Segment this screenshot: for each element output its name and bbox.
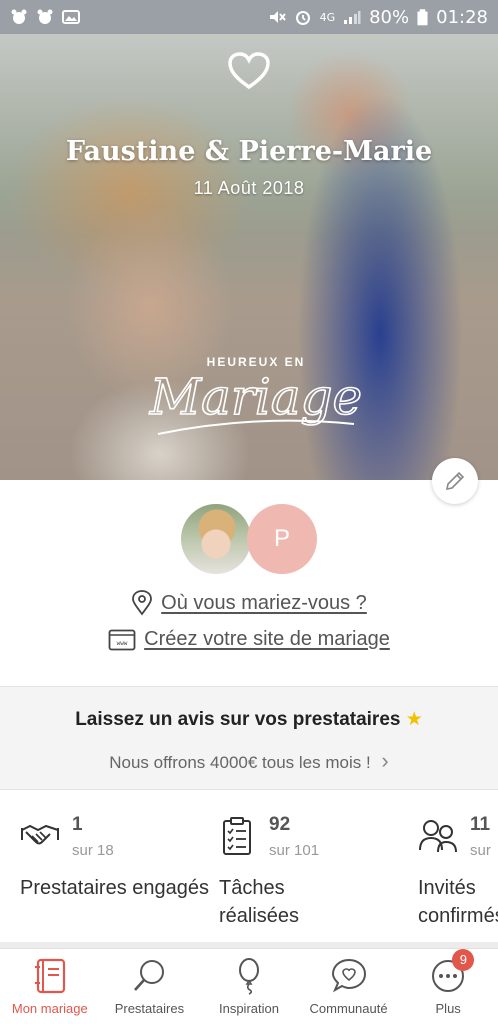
nav-communaute[interactable]: Communauté	[299, 949, 399, 1024]
notification-icon	[11, 9, 27, 24]
review-subtitle: Nous offrons 4000€ tous les mois ! ›	[0, 748, 498, 774]
wedding-date: 11 Août 2018	[193, 178, 305, 198]
nav-mon-mariage[interactable]: Mon mariage	[0, 949, 100, 1024]
nav-plus[interactable]: Plus 9	[398, 949, 498, 1024]
stats-row: 1 sur 18 Prestataires engagés 92 sur 101…	[0, 792, 498, 942]
review-subtitle-text: Nous offrons 4000€ tous les mois !	[109, 753, 371, 772]
star-icon: ★	[405, 709, 423, 730]
website-icon: www	[108, 629, 136, 650]
partner-avatar[interactable]: P	[247, 504, 317, 574]
location-link-text: Où vous mariez-vous ?	[161, 591, 367, 614]
edit-cover-button[interactable]	[432, 458, 478, 504]
svg-text:www: www	[117, 640, 128, 647]
hero-photo: Faustine & Pierre-Marie 11 Août 2018 HEU…	[0, 34, 498, 480]
nav-prestataires[interactable]: Prestataires	[100, 949, 200, 1024]
image-icon	[62, 10, 80, 24]
handshake-icon	[21, 824, 59, 845]
chevron-right-icon: ›	[381, 748, 389, 773]
balloon-icon	[238, 958, 259, 995]
mariage-stamp-logo: HEUREUX EN Mariage	[148, 355, 363, 435]
wedding-location-link[interactable]: Où vous mariez-vous ?	[0, 590, 498, 616]
nav-label: Communauté	[309, 1001, 388, 1016]
battery-icon	[417, 8, 428, 25]
review-title-text: Laissez un avis sur vos prestataires	[75, 709, 401, 730]
partner-initial: P	[273, 525, 290, 552]
location-pin-icon	[132, 590, 153, 616]
wedding-website-link[interactable]: www Créez votre site de mariage	[0, 628, 498, 651]
stat-value: 92	[269, 814, 291, 835]
stat-label: Prestataires engagés	[20, 877, 210, 899]
nav-label: Inspiration	[218, 1001, 279, 1016]
pencil-icon	[445, 471, 465, 491]
notification-icon	[37, 9, 53, 24]
notebook-icon	[34, 958, 65, 994]
status-left	[10, 9, 80, 25]
stat-value: 1	[72, 814, 83, 835]
couple-avatars: P	[181, 504, 321, 574]
status-right: 4G 80% 01:28	[268, 7, 488, 28]
battery-percent: 80%	[369, 6, 410, 28]
stat-label: Invités confirmés	[418, 877, 498, 927]
stat-label: Tâches réalisées	[219, 877, 300, 927]
network-type: 4G	[319, 10, 336, 24]
clock: 01:28	[436, 6, 488, 28]
status-bar: 4G 80% 01:28	[0, 0, 498, 34]
review-title: Laissez un avis sur vos prestataires ★	[0, 708, 498, 731]
stamp-main-text: Mariage	[149, 368, 362, 426]
alarm-icon	[295, 11, 310, 25]
nav-label: Prestataires	[114, 1001, 185, 1016]
bride-avatar[interactable]	[181, 504, 251, 574]
nav-inspiration[interactable]: Inspiration	[199, 949, 299, 1024]
nav-label: Plus	[435, 1001, 461, 1016]
stat-total: sur 101	[269, 842, 320, 859]
couple-names: Faustine & Pierre-Marie	[65, 136, 433, 167]
signal-icon	[344, 11, 361, 24]
chat-heart-icon	[331, 958, 366, 993]
stat-value: 11	[470, 814, 491, 835]
heart-icon	[228, 52, 270, 90]
notification-badge: 9	[452, 949, 475, 971]
guests-icon	[419, 820, 457, 853]
stat-total: sur	[470, 842, 491, 859]
mute-icon	[269, 11, 286, 23]
nav-label: Mon mariage	[11, 1001, 88, 1016]
website-link-text: Créez votre site de mariage	[144, 628, 390, 650]
search-icon	[134, 960, 165, 991]
bottom-nav: Mon mariage Prestataires Inspiration Com…	[0, 948, 498, 1024]
stamp-top-text: HEUREUX EN	[207, 355, 306, 369]
checklist-icon	[223, 817, 251, 855]
review-banner[interactable]: Laissez un avis sur vos prestataires ★ N…	[0, 686, 498, 790]
stat-total: sur 18	[72, 842, 114, 859]
